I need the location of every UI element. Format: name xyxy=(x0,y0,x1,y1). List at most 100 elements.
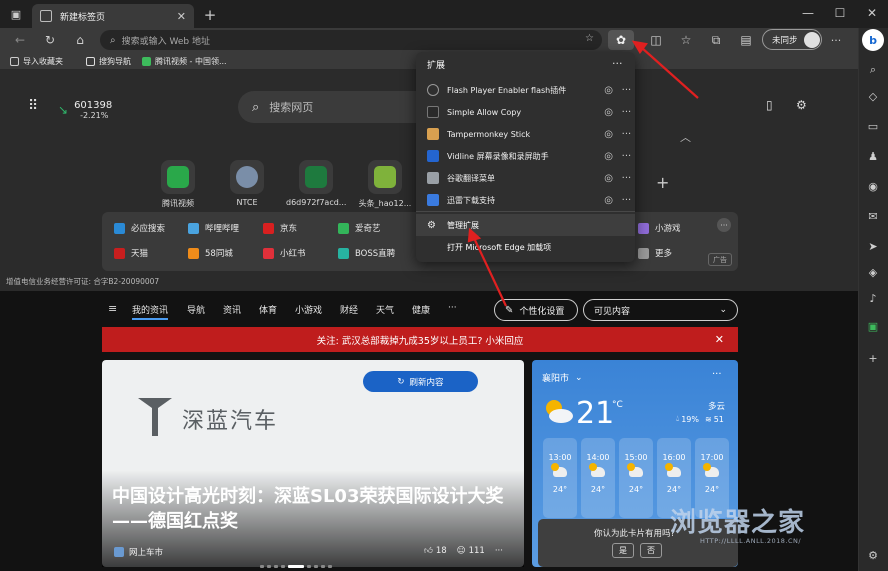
close-icon[interactable]: ✕ xyxy=(715,333,724,346)
favorite-item-tencent[interactable]: 腾讯视频 - 中国领... xyxy=(142,54,227,68)
extension-item[interactable]: Tampermonkey Stick ◎ ··· xyxy=(416,123,635,145)
bing-icon[interactable]: b xyxy=(862,29,884,51)
extension-more-icon[interactable]: ··· xyxy=(622,173,635,184)
iqiyi-icon[interactable]: ▣ xyxy=(862,316,884,336)
minimize-icon[interactable]: — xyxy=(796,4,820,22)
site-link[interactable]: 哔哩哔哩 xyxy=(188,219,239,237)
site-link[interactable]: 58同城 xyxy=(188,244,233,262)
nav-item[interactable]: 财经 xyxy=(340,303,358,316)
quick-link[interactable]: NTCE xyxy=(217,160,277,207)
hide-icon[interactable]: ◎ xyxy=(604,85,615,96)
notice-banner[interactable]: 关注: 武汉总部裁掉九成35岁以上员工? 小米回应 ✕ xyxy=(102,327,738,352)
page-settings-icon[interactable]: ⚙ xyxy=(796,98,807,112)
weather-location[interactable]: 襄阳市 ⌄ xyxy=(542,371,583,385)
quick-link[interactable]: d6d972f7acd... xyxy=(286,160,346,207)
phone-icon[interactable]: ▯ xyxy=(766,98,773,112)
add-favorite-icon[interactable]: ☆ xyxy=(585,33,594,44)
nav-item[interactable]: 天气 xyxy=(376,303,394,316)
quick-link[interactable]: 腾讯视频 xyxy=(148,160,208,209)
visible-content-select[interactable]: 可见内容 ⌄ xyxy=(583,299,738,321)
hide-icon[interactable]: ◎ xyxy=(604,129,615,140)
nav-item[interactable]: 导航 xyxy=(187,303,205,316)
tag-icon[interactable]: ◇ xyxy=(862,86,884,106)
more-menu-icon[interactable]: ··· xyxy=(828,31,844,49)
hide-icon[interactable]: ◎ xyxy=(604,195,615,206)
extension-item[interactable]: 迅雷下载支持 ◎ ··· xyxy=(416,189,635,211)
extension-more-icon[interactable]: ··· xyxy=(622,85,635,96)
extension-more-icon[interactable]: ··· xyxy=(622,129,635,140)
sites-more-icon[interactable]: ··· xyxy=(717,218,731,232)
collapse-chevron-icon[interactable]: ︿ xyxy=(680,129,691,145)
extension-item[interactable]: Flash Player Enabler flash插件 ◎ ··· xyxy=(416,79,635,101)
office-icon[interactable]: ◉ xyxy=(862,176,884,196)
open-addons-item[interactable]: 打开 Microsoft Edge 加载项 xyxy=(416,236,635,258)
nav-more[interactable]: ··· xyxy=(448,303,457,313)
feedback-no-button[interactable]: 否 xyxy=(640,543,662,558)
home-icon[interactable]: ⌂ xyxy=(70,31,90,49)
add-quick-link-icon[interactable]: + xyxy=(656,173,669,192)
extensions-more-icon[interactable]: ··· xyxy=(612,57,623,70)
extension-item[interactable]: Vidline 屏幕录像和录屏助手 ◎ ··· xyxy=(416,145,635,167)
site-link[interactable]: 更多 xyxy=(638,244,672,262)
extension-more-icon[interactable]: ··· xyxy=(622,107,635,118)
nav-item[interactable]: 健康 xyxy=(412,303,430,316)
collections-icon[interactable]: ⧉ xyxy=(706,31,726,49)
more-icon[interactable]: ··· xyxy=(495,546,503,556)
extension-more-icon[interactable]: ··· xyxy=(622,195,635,206)
search-sidebar-icon[interactable]: ⌕ xyxy=(862,60,884,80)
stock-widget[interactable]: ↘ 601398 -2.21% xyxy=(58,100,112,120)
tab-actions-icon[interactable]: ▣ xyxy=(8,7,24,21)
weather-more-icon[interactable]: ··· xyxy=(712,369,722,380)
apps-grid-icon[interactable]: ⠿ xyxy=(28,98,38,114)
tiktok-icon[interactable]: ♪ xyxy=(862,288,884,308)
nav-my-news[interactable]: 我的资讯 xyxy=(132,303,169,320)
favorites-icon[interactable]: ☆ xyxy=(676,31,696,49)
maximize-icon[interactable]: ☐ xyxy=(828,4,852,22)
hide-icon[interactable]: ◎ xyxy=(604,173,615,184)
news-source[interactable]: 网上车市 xyxy=(114,546,163,558)
back-icon[interactable]: ← xyxy=(10,31,30,49)
site-link[interactable]: 小游戏 xyxy=(638,219,681,237)
nav-item[interactable]: 资讯 xyxy=(223,303,241,316)
quick-link[interactable]: 头条_hao12... xyxy=(355,160,415,209)
profile-button[interactable]: 未同步 xyxy=(762,29,822,50)
new-tab-button[interactable]: + xyxy=(200,6,220,24)
nav-item[interactable]: 小游戏 xyxy=(295,303,322,316)
manage-extensions-item[interactable]: ⚙ 管理扩展 xyxy=(416,214,635,236)
refresh-icon[interactable]: ↻ xyxy=(40,31,60,49)
favorite-item-sogou[interactable]: 搜狗导航 xyxy=(86,54,131,68)
tab-new-tab[interactable]: 新建标签页 ✕ xyxy=(32,4,194,28)
site-link[interactable]: 必应搜索 xyxy=(114,219,165,237)
menu-icon[interactable]: ≡ xyxy=(108,302,117,315)
extension-item[interactable]: Simple Allow Copy ◎ ··· xyxy=(416,101,635,123)
personalize-button[interactable]: ✎ 个性化设置 xyxy=(494,299,578,321)
site-link[interactable]: 小红书 xyxy=(263,244,306,262)
close-tab-icon[interactable]: ✕ xyxy=(177,10,186,23)
hide-icon[interactable]: ◎ xyxy=(604,107,615,118)
refresh-content-button[interactable]: ↻ 刷新内容 xyxy=(363,371,478,392)
headline[interactable]: 中国设计高光时刻：深蓝SL03荣获国际设计大奖——德国红点奖 xyxy=(112,484,514,534)
extensions-button[interactable]: ✿ xyxy=(608,30,634,50)
tools-icon[interactable]: ▭ xyxy=(862,116,884,136)
extension-item[interactable]: 谷歌翻译菜单 ◎ ··· xyxy=(416,167,635,189)
add-sidebar-icon[interactable]: + xyxy=(862,348,884,368)
favorite-item-import[interactable]: 导入收藏夹 xyxy=(10,54,63,68)
like-icon[interactable]: 👍︎ xyxy=(424,546,433,556)
site-link[interactable]: 爱奇艺 xyxy=(338,219,381,237)
sidebar-settings-icon[interactable]: ⚙ xyxy=(862,545,884,565)
close-window-icon[interactable]: ✕ xyxy=(860,4,884,22)
carousel-dots[interactable] xyxy=(260,561,335,571)
extension-more-icon[interactable]: ··· xyxy=(622,151,635,162)
address-bar[interactable]: ⌕ 搜索或输入 Web 地址 ☆ xyxy=(100,30,602,50)
app-icon[interactable]: ◈ xyxy=(862,262,884,282)
games-icon[interactable]: ♟ xyxy=(862,146,884,166)
comment-icon[interactable]: ☺ xyxy=(457,546,466,556)
split-screen-icon[interactable]: ◫ xyxy=(646,31,666,49)
feedback-yes-button[interactable]: 是 xyxy=(612,543,634,558)
send-icon[interactable]: ➤ xyxy=(862,236,884,256)
screenshot-icon[interactable]: ▤ xyxy=(736,31,756,49)
hide-icon[interactable]: ◎ xyxy=(604,151,615,162)
site-link[interactable]: BOSS直聘 xyxy=(338,244,395,262)
outlook-icon[interactable]: ✉ xyxy=(862,206,884,226)
site-link[interactable]: 京东 xyxy=(263,219,297,237)
